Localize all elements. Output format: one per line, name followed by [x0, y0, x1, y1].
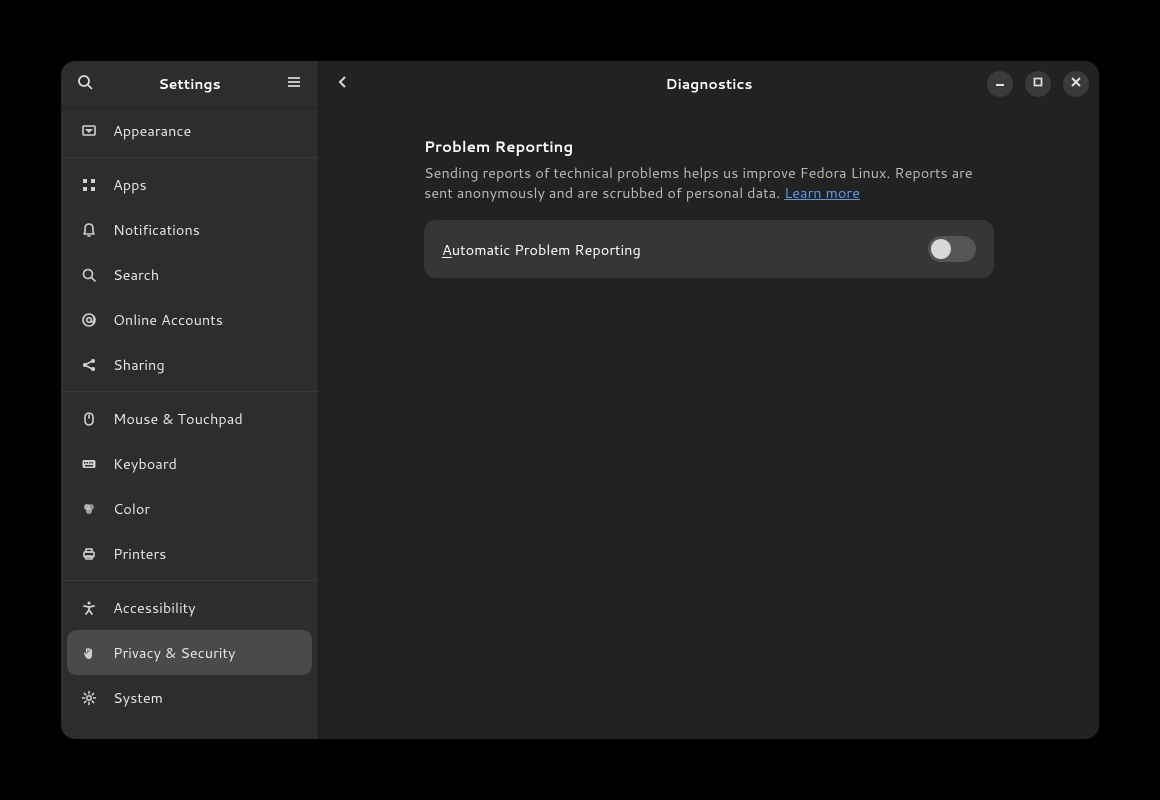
sidebar-item-appearance[interactable]: Appearance [61, 108, 318, 153]
sidebar-title: Settings [99, 74, 280, 94]
sidebar-header: Settings [61, 61, 318, 108]
minimize-button[interactable] [987, 71, 1013, 97]
separator [61, 157, 318, 158]
learn-more-link[interactable]: Learn more [784, 182, 860, 203]
keyboard-icon [79, 456, 99, 472]
search-icon [79, 267, 99, 283]
sidebar-item-privacy-security[interactable]: Privacy & Security [67, 630, 312, 675]
sidebar-item-label: Accessibility [113, 597, 196, 618]
sidebar-item-label: Color [113, 498, 150, 519]
sidebar-item-label: Printers [113, 543, 166, 564]
color-icon [79, 501, 99, 517]
sidebar-item-apps[interactable]: Apps [61, 162, 318, 207]
sidebar: Settings Appearance Apps Notifications Sear… [61, 61, 319, 739]
hamburger-icon [286, 73, 302, 96]
sidebar-item-search[interactable]: Search [61, 252, 318, 297]
sidebar-item-online-accounts[interactable]: Online Accounts [61, 297, 318, 342]
sidebar-item-system[interactable]: System [61, 675, 318, 720]
sidebar-item-label: Privacy & Security [113, 642, 235, 663]
page-title: Diagnostics [319, 74, 1099, 94]
menu-button[interactable] [280, 70, 308, 98]
sidebar-item-label: Notifications [113, 219, 200, 240]
accessibility-icon [79, 600, 99, 616]
section-description: Sending reports of technical problems he… [424, 163, 994, 202]
mouse-icon [79, 411, 99, 427]
sidebar-item-label: Online Accounts [113, 309, 223, 330]
main-panel: Diagnostics [319, 61, 1099, 739]
maximize-button[interactable] [1025, 71, 1051, 97]
sidebar-item-label: Apps [113, 174, 147, 195]
close-icon [1068, 74, 1084, 94]
close-button[interactable] [1063, 71, 1089, 97]
separator [61, 580, 318, 581]
sidebar-item-label: Sharing [113, 354, 165, 375]
sidebar-item-label: Search [113, 264, 159, 285]
bell-icon [79, 222, 99, 238]
sidebar-item-mouse-touchpad[interactable]: Mouse & Touchpad [61, 396, 318, 441]
sidebar-item-label: Appearance [113, 120, 191, 141]
sidebar-item-color[interactable]: Color [61, 486, 318, 531]
printer-icon [79, 546, 99, 562]
section-description-text: Sending reports of technical problems he… [424, 162, 973, 203]
sidebar-item-label: Mouse & Touchpad [113, 408, 243, 429]
sidebar-item-sharing[interactable]: Sharing [61, 342, 318, 387]
share-icon [79, 357, 99, 373]
hand-icon [79, 645, 99, 661]
chevron-left-icon [335, 73, 351, 96]
content-area: Problem Reporting Sending reports of tec… [319, 108, 1099, 739]
sidebar-item-keyboard[interactable]: Keyboard [61, 441, 318, 486]
row-label: Automatic Problem Reporting [442, 239, 641, 260]
appearance-icon [79, 123, 99, 139]
automatic-problem-reporting-switch[interactable] [928, 236, 976, 262]
automatic-problem-reporting-row[interactable]: Automatic Problem Reporting [424, 220, 994, 278]
at-icon [79, 312, 99, 328]
main-header: Diagnostics [319, 61, 1099, 108]
sidebar-item-printers[interactable]: Printers [61, 531, 318, 576]
sidebar-list: Appearance Apps Notifications Search Online … [61, 108, 318, 739]
gear-icon [79, 690, 99, 706]
maximize-icon [1030, 74, 1046, 94]
window-controls [987, 71, 1089, 97]
settings-window: Settings Appearance Apps Notifications Sear… [61, 61, 1099, 739]
sidebar-item-accessibility[interactable]: Accessibility [61, 585, 318, 630]
section-title: Problem Reporting [424, 136, 994, 157]
separator [61, 391, 318, 392]
sidebar-item-notifications[interactable]: Notifications [61, 207, 318, 252]
apps-icon [79, 177, 99, 193]
sidebar-item-label: System [113, 687, 163, 708]
search-button[interactable] [71, 70, 99, 98]
search-icon [77, 73, 93, 96]
sidebar-item-label: Keyboard [113, 453, 177, 474]
back-button[interactable] [329, 70, 357, 98]
minimize-icon [992, 74, 1008, 94]
